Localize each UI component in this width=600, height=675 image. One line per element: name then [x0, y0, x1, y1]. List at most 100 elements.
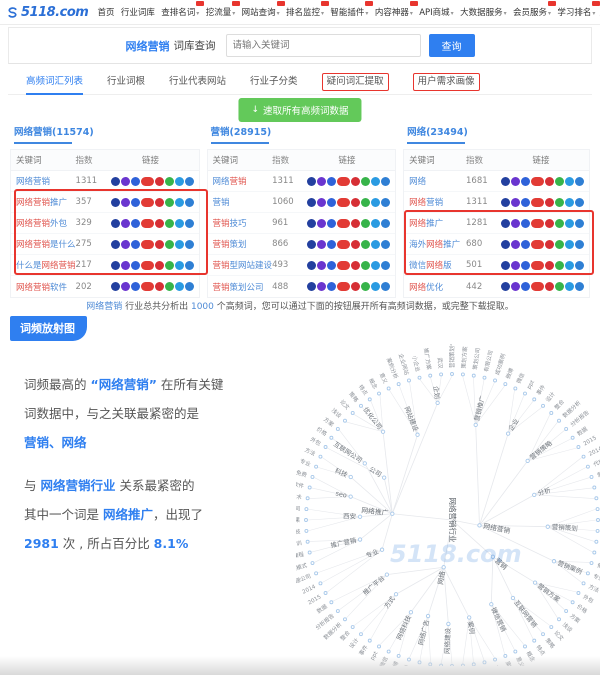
link-badge-5-icon[interactable] [351, 177, 360, 186]
current-keyword[interactable]: 网络营销 [126, 38, 170, 54]
link-badge-1-icon[interactable] [501, 198, 510, 207]
keyword-link[interactable]: 营销型网站建设 [213, 259, 273, 271]
link-badge-3-icon[interactable] [327, 198, 336, 207]
link-badge-3-icon[interactable] [521, 261, 530, 270]
link-badge-7-icon[interactable] [565, 177, 574, 186]
link-badge-2-icon[interactable] [511, 177, 520, 186]
link-badge-8-icon[interactable] [185, 219, 194, 228]
link-badge-4-icon[interactable] [141, 240, 154, 249]
link-badge-2-icon[interactable] [121, 198, 130, 207]
link-badge-1-icon[interactable] [501, 261, 510, 270]
link-badge-8-icon[interactable] [381, 240, 390, 249]
link-badge-7-icon[interactable] [371, 240, 380, 249]
link-badge-6-icon[interactable] [555, 219, 564, 228]
link-badge-7-icon[interactable] [371, 198, 380, 207]
link-badge-4-icon[interactable] [141, 198, 154, 207]
link-badge-8-icon[interactable] [381, 177, 390, 186]
link-badge-8-icon[interactable] [575, 261, 584, 270]
link-badge-7-icon[interactable] [565, 282, 574, 291]
link-badge-7-icon[interactable] [565, 198, 574, 207]
link-badge-1-icon[interactable] [501, 219, 510, 228]
link-badge-7-icon[interactable] [371, 177, 380, 186]
keyword-link[interactable]: 网络营销 [213, 175, 273, 187]
link-badge-8-icon[interactable] [185, 177, 194, 186]
link-badge-5-icon[interactable] [545, 240, 554, 249]
query-button[interactable]: 查询 [429, 34, 475, 57]
link-badge-1-icon[interactable] [307, 261, 316, 270]
link-badge-2-icon[interactable] [317, 261, 326, 270]
link-badge-6-icon[interactable] [361, 282, 370, 291]
keyword-link[interactable]: 营销 [213, 196, 273, 208]
link-badge-6-icon[interactable] [361, 261, 370, 270]
nav-item-3[interactable]: 挖流量▾ [206, 6, 236, 18]
nav-item-9[interactable]: 大数据服务▾ [460, 6, 507, 18]
link-badge-7-icon[interactable] [565, 261, 574, 270]
nav-item-2[interactable]: 查排名词▾ [161, 6, 199, 18]
link-badge-3-icon[interactable] [131, 198, 140, 207]
link-badge-6-icon[interactable] [165, 219, 174, 228]
nav-item-10[interactable]: 会员服务▾ [513, 6, 551, 18]
link-badge-7-icon[interactable] [175, 240, 184, 249]
link-badge-7-icon[interactable] [565, 240, 574, 249]
link-badge-7-icon[interactable] [175, 198, 184, 207]
column-title[interactable]: 网络(23494) [403, 124, 590, 138]
site-logo[interactable]: 5118.com [6, 5, 88, 20]
link-badge-4-icon[interactable] [531, 261, 544, 270]
link-badge-8-icon[interactable] [185, 261, 194, 270]
link-badge-5-icon[interactable] [155, 177, 164, 186]
link-badge-5-icon[interactable] [545, 261, 554, 270]
link-badge-7-icon[interactable] [175, 177, 184, 186]
link-badge-5-icon[interactable] [351, 240, 360, 249]
link-badge-8-icon[interactable] [381, 198, 390, 207]
link-badge-1-icon[interactable] [307, 219, 316, 228]
link-badge-5-icon[interactable] [351, 198, 360, 207]
link-badge-4-icon[interactable] [337, 240, 350, 249]
link-badge-5-icon[interactable] [155, 282, 164, 291]
link-badge-5-icon[interactable] [545, 282, 554, 291]
link-badge-4-icon[interactable] [337, 282, 350, 291]
link-badge-3-icon[interactable] [131, 282, 140, 291]
keyword-link[interactable]: 营销策划 [213, 238, 273, 250]
link-badge-8-icon[interactable] [575, 282, 584, 291]
link-badge-6-icon[interactable] [361, 240, 370, 249]
link-badge-2-icon[interactable] [511, 240, 520, 249]
link-badge-6-icon[interactable] [361, 219, 370, 228]
link-badge-7-icon[interactable] [175, 261, 184, 270]
link-badge-3-icon[interactable] [327, 219, 336, 228]
keyword-link[interactable]: 网络营销 [16, 175, 76, 187]
link-badge-4-icon[interactable] [531, 282, 544, 291]
link-badge-3-icon[interactable] [327, 282, 336, 291]
link-badge-5-icon[interactable] [545, 219, 554, 228]
keyword-link[interactable]: 网络营销软件 [16, 281, 76, 293]
link-badge-7-icon[interactable] [371, 261, 380, 270]
link-badge-5-icon[interactable] [155, 198, 164, 207]
link-badge-4-icon[interactable] [531, 198, 544, 207]
link-badge-6-icon[interactable] [165, 240, 174, 249]
link-badge-3-icon[interactable] [131, 261, 140, 270]
link-badge-8-icon[interactable] [381, 261, 390, 270]
link-badge-5-icon[interactable] [155, 219, 164, 228]
link-badge-5-icon[interactable] [155, 240, 164, 249]
link-badge-8-icon[interactable] [185, 282, 194, 291]
tab-2[interactable]: 行业代表网站 [169, 70, 226, 95]
link-badge-4-icon[interactable] [337, 219, 350, 228]
link-badge-4-icon[interactable] [141, 261, 154, 270]
link-badge-1-icon[interactable] [111, 282, 120, 291]
link-badge-4-icon[interactable] [337, 198, 350, 207]
link-badge-1-icon[interactable] [111, 219, 120, 228]
keyword-link[interactable]: 网络营销推广 [16, 196, 76, 208]
link-badge-3-icon[interactable] [131, 177, 140, 186]
link-badge-7-icon[interactable] [371, 282, 380, 291]
link-badge-2-icon[interactable] [121, 219, 130, 228]
link-badge-5-icon[interactable] [351, 261, 360, 270]
link-badge-8-icon[interactable] [575, 198, 584, 207]
link-badge-1-icon[interactable] [307, 177, 316, 186]
link-badge-5-icon[interactable] [545, 198, 554, 207]
keyword-link[interactable]: 营销策划公司 [213, 281, 273, 293]
link-badge-6-icon[interactable] [361, 198, 370, 207]
link-badge-6-icon[interactable] [165, 261, 174, 270]
link-badge-6-icon[interactable] [555, 282, 564, 291]
keyword-link[interactable]: 网络 [409, 175, 466, 187]
link-badge-3-icon[interactable] [521, 198, 530, 207]
nav-item-4[interactable]: 网站查询▾ [242, 6, 280, 18]
